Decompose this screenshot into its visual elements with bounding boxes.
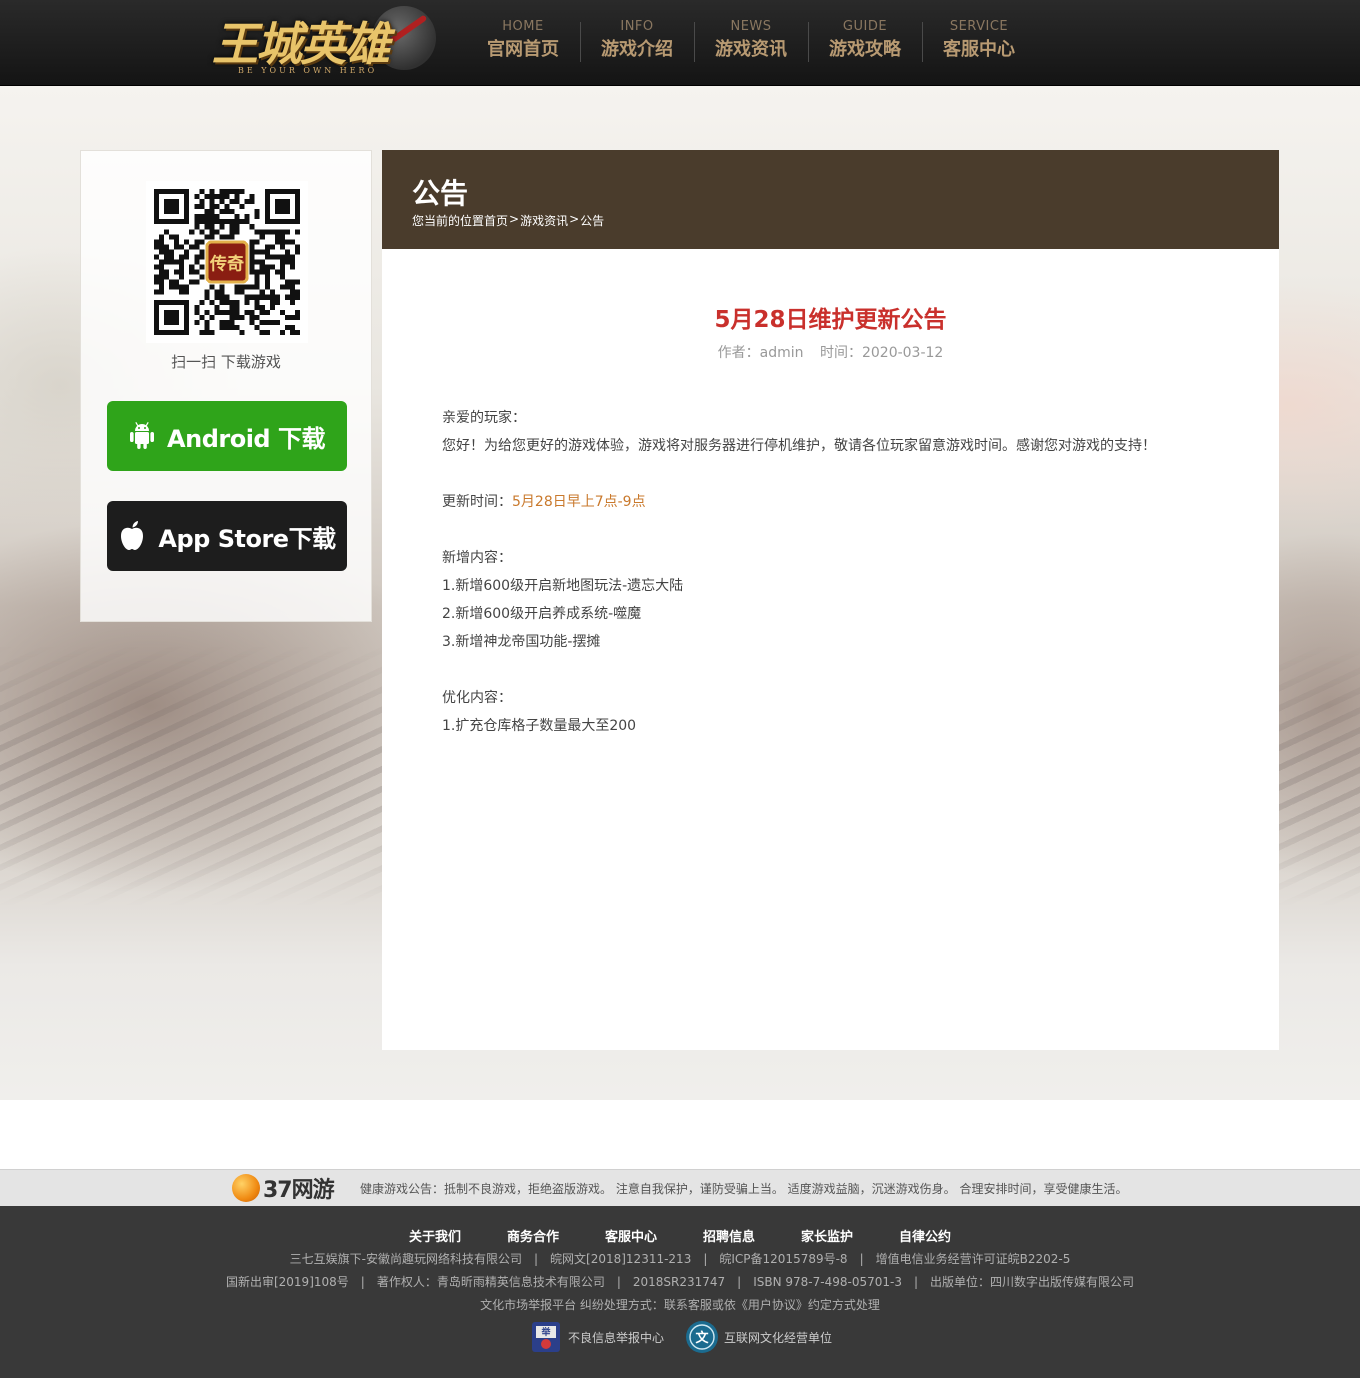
download-qr-code: 传奇 <box>146 181 308 343</box>
culture-unit-icon: 文 <box>686 1321 718 1353</box>
nav-item-en: SERVICE <box>949 19 1009 34</box>
download-sidebar: 传奇 扫一扫 下载游戏 Android 下载 App Store下载 <box>80 150 372 622</box>
android-icon <box>129 421 155 451</box>
report-center-label: 不良信息举报中心 <box>567 1330 664 1345</box>
article-date: 时间：2020-03-12 <box>819 345 944 361</box>
nav-item-cn: 官网首页 <box>487 39 559 60</box>
new-content-heading: 新增内容： <box>442 550 512 566</box>
breadcrumb-separator: > <box>569 212 580 226</box>
new-content-item: 1.新增600级开启新地图玩法-遗忘大陆 <box>442 578 684 594</box>
footer-link-business[interactable]: 商务合作 <box>507 1226 559 1245</box>
nav-item-cn: 客服中心 <box>943 39 1015 60</box>
health-notice-text: 健康游戏公告：抵制不良游戏，拒绝盗版游戏。 注意自我保护，谨防受骗上当。 适度游… <box>360 1182 1128 1196</box>
new-content-item: 3.新增神龙帝国功能-摆摊 <box>442 634 601 650</box>
optimization-heading: 优化内容： <box>442 690 512 706</box>
logo-tagline: BE YOUR OWN HERO <box>238 66 378 75</box>
footer-link-about[interactable]: 关于我们 <box>409 1226 461 1245</box>
footer-links: 关于我们 商务合作 客服中心 招聘信息 家长监护 自律公约 <box>0 1226 1360 1245</box>
article-title: 5月28日维护更新公告 <box>714 307 947 333</box>
footer-link-jobs[interactable]: 招聘信息 <box>703 1226 755 1245</box>
update-time-label: 更新时间： <box>442 494 512 510</box>
qr-code-icon: 传奇 <box>154 189 300 335</box>
brand-ball-icon <box>232 1174 260 1202</box>
article-panel: 公告 您当前的位置 首页 > 游戏资讯 > 公告 5月28日维护更新公告 作者：… <box>382 150 1279 1050</box>
breadcrumb-prefix: 您当前的位置 <box>412 214 485 228</box>
optimization-item: 1.扩充仓库格子数量最大至200 <box>442 718 637 734</box>
breadcrumb-home[interactable]: 首页 <box>484 212 508 229</box>
intro-line: 您好！为给您更好的游戏体验，游戏将对服务器进行停机维护，敬请各位玩家留意游戏时间… <box>442 438 1156 454</box>
footer-license-line: 国新出审[2019]108号 | 著作权人：青岛昕雨精英信息技术有限公司 | 2… <box>225 1275 1135 1289</box>
breadcrumb-news[interactable]: 游戏资讯 <box>520 212 568 229</box>
main-nav: HOME 官网首页 INFO 游戏介绍 NEWS 游戏资讯 GUIDE 游戏攻略… <box>466 16 1036 62</box>
android-download-label: Android 下载 <box>167 424 325 453</box>
greeting-line: 亲爱的玩家： <box>442 410 526 426</box>
brand-logo-37wan[interactable]: 37网游 <box>232 1173 335 1203</box>
qr-caption: 扫一扫 下载游戏 <box>171 353 281 371</box>
nav-item-cn: 游戏攻略 <box>829 39 901 60</box>
svg-text:举: 举 <box>540 1326 551 1338</box>
nav-item-en: GUIDE <box>842 19 888 34</box>
android-download-button[interactable]: Android 下载 <box>107 401 347 471</box>
nav-item-en: HOME <box>502 19 544 34</box>
update-time-line: 更新时间：5月28日早上7点-9点 <box>442 488 1222 516</box>
breadcrumb-current[interactable]: 公告 <box>580 212 604 229</box>
footer-badges: 举 不良信息举报中心 文 互联网文化经营单位 <box>0 1318 1360 1356</box>
article-meta: 作者：admin 时间：2020-03-12 <box>382 342 1279 362</box>
nav-item-en: INFO <box>620 19 654 34</box>
footer-dispute-line: 文化市场举报平台 纠纷处理方式：联系客服或依《用户协议》约定方式处理 <box>480 1298 880 1312</box>
article-author: 作者：admin <box>717 345 804 361</box>
top-header: 王城英雄 BE YOUR OWN HERO HOME 官网首页 INFO 游戏介… <box>0 0 1360 86</box>
nav-item-news[interactable]: NEWS 游戏资讯 <box>694 16 808 62</box>
nav-item-info[interactable]: INFO 游戏介绍 <box>580 16 694 62</box>
health-notice-bar: 37网游 健康游戏公告：抵制不良游戏，拒绝盗版游戏。 注意自我保护，谨防受骗上当… <box>0 1169 1360 1206</box>
footer-link-parental[interactable]: 家长监护 <box>801 1226 853 1245</box>
apple-icon <box>118 520 146 552</box>
appstore-download-button[interactable]: App Store下载 <box>107 501 347 571</box>
article-header: 公告 您当前的位置 首页 > 游戏资讯 > 公告 <box>382 150 1279 249</box>
footer-link-service[interactable]: 客服中心 <box>605 1226 657 1245</box>
culture-unit-label: 互联网文化经营单位 <box>724 1330 833 1345</box>
footer-company-line: 三七互娱旗下-安徽尚趣玩网络科技有限公司 | 皖网文[2018]12311-21… <box>289 1252 1071 1266</box>
nav-item-guide[interactable]: GUIDE 游戏攻略 <box>808 16 922 62</box>
article-body: 亲爱的玩家： 您好！为给您更好的游戏体验，游戏将对服务器进行停机维护，敬请各位玩… <box>442 404 1222 740</box>
new-content-item: 2.新增600级开启养成系统-噬魔 <box>442 606 642 622</box>
game-logo[interactable]: 王城英雄 BE YOUR OWN HERO <box>212 4 436 80</box>
breadcrumb-separator: > <box>509 212 520 226</box>
qr-center-logo: 传奇 <box>209 254 244 275</box>
update-time-value: 5月28日早上7点-9点 <box>512 494 646 510</box>
culture-unit-badge[interactable]: 文 互联网文化经营单位 <box>684 1318 832 1356</box>
site-footer: 关于我们 商务合作 客服中心 招聘信息 家长监护 自律公约 三七互娱旗下-安徽尚… <box>0 1206 1360 1378</box>
nav-item-home[interactable]: HOME 官网首页 <box>466 16 580 62</box>
section-title: 公告 <box>412 177 469 210</box>
nav-item-cn: 游戏资讯 <box>715 39 787 60</box>
logo-title: 王城英雄 <box>212 17 390 71</box>
nav-item-cn: 游戏介绍 <box>601 39 673 60</box>
report-center-icon: 举 <box>531 1322 560 1352</box>
nav-item-en: NEWS <box>730 19 772 34</box>
nav-item-service[interactable]: SERVICE 客服中心 <box>922 16 1036 62</box>
report-center-badge[interactable]: 举 不良信息举报中心 <box>528 1318 664 1356</box>
breadcrumb: 您当前的位置 首页 > 游戏资讯 > 公告 <box>412 212 604 229</box>
svg-text:文: 文 <box>695 1330 709 1346</box>
footer-link-convention[interactable]: 自律公约 <box>899 1226 951 1245</box>
appstore-download-label: App Store下载 <box>158 524 336 553</box>
brand-name: 37网游 <box>263 1178 335 1203</box>
